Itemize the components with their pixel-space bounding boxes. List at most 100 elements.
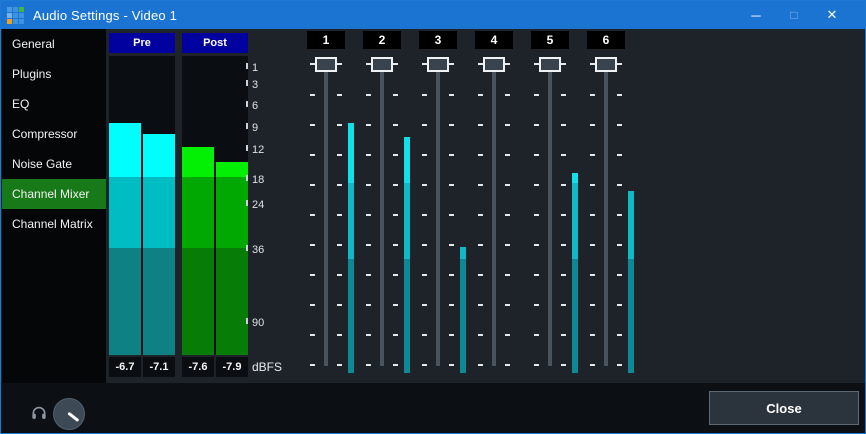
channel-2-tick-r7 [393,274,398,276]
channel-2-tick-r6 [393,244,398,246]
channel-2-tick-r1 [393,94,398,96]
channel-5-tick-r3 [561,154,566,156]
channel-4-tick-l8 [478,304,483,306]
channel-5-tick-r2 [561,124,566,126]
channel-6-tick-l3 [590,154,595,156]
channel-1-tick-r7 [337,274,342,276]
channel-2-header: 2 [363,31,401,49]
scale-tick-6 [246,101,248,107]
post-meter-1-seg1 [216,177,248,248]
channel-4-tick-r7 [505,274,510,276]
channel-3-slider-thumb[interactable] [427,57,449,72]
channel-6-tick-l2 [590,124,595,126]
channel-1-meter-seg0 [348,123,354,183]
pre-meter-1-seg2 [143,248,175,355]
channel-4-tick-r9 [505,334,510,336]
channel-6-slider-thumb[interactable] [595,57,617,72]
channel-3-tick-r6 [449,244,454,246]
channel-2-slider-track[interactable] [380,64,384,366]
channel-5-header: 5 [531,31,569,49]
scale-label-12: 12 [252,144,264,156]
pre-meter-0-seg0 [109,123,141,177]
channel-4-tick-l7 [478,274,483,276]
channel-6-tick-l5 [590,214,595,216]
channel-1-tick-r6 [337,244,342,246]
scale-label-9: 9 [252,122,258,134]
pre-meter-0-seg2 [109,248,141,355]
channel-1-tick-l9 [310,334,315,336]
headphone-volume-knob[interactable] [53,398,85,430]
channel-1-tick-l7 [310,274,315,276]
scale-tick-12 [246,145,248,151]
channel-4-slider-track[interactable] [492,64,496,366]
channel-2-tick-r9 [393,334,398,336]
channel-6-header: 6 [587,31,625,49]
channel-4-tick-l2 [478,124,483,126]
channel-6-tick-r1 [617,94,622,96]
scale-tick-1 [246,63,248,69]
channel-2-tick-l1 [366,94,371,96]
channel-5-slider-thumb[interactable] [539,57,561,72]
scale-tick-24 [246,200,248,206]
channel-1-slider-thumb[interactable] [315,57,337,72]
scale-label-18: 18 [252,174,264,186]
scale-label-1: 1 [252,62,258,74]
channel-1-tick-r4 [337,184,342,186]
pre-meter-0-seg1 [109,177,141,248]
channel-3-header: 3 [419,31,457,49]
channel-3-meter-seg1 [460,247,466,259]
channel-5-tick-l1 [534,94,539,96]
channel-1-tick-l6 [310,244,315,246]
channel-5-tick-r5 [561,214,566,216]
channel-4-tick-l9 [478,334,483,336]
channel-3-tick-r4 [449,184,454,186]
channel-3-tick-l4 [422,184,427,186]
channel-5-tick-l2 [534,124,539,126]
channel-2-meter-seg2 [404,259,410,373]
channel-1-slider-track[interactable] [324,64,328,366]
footer-bar: Close [1,383,866,434]
channel-5-tick-l10 [534,364,539,366]
channel-2-tick-l9 [366,334,371,336]
channel-5-tick-r10 [561,364,566,366]
channel-2-meter-seg1 [404,183,410,259]
channel-6-tick-r2 [617,124,622,126]
channel-5-tick-l5 [534,214,539,216]
channel-2-tick-l8 [366,304,371,306]
channel-3-tick-l1 [422,94,427,96]
channel-6-slider-track[interactable] [604,64,608,366]
channel-2-tick-r5 [393,214,398,216]
channel-2-slider-thumb[interactable] [371,57,393,72]
channel-2-tick-r0 [393,63,398,65]
channel-5-tick-l7 [534,274,539,276]
pre-readout-0: -6.7 [109,357,141,377]
scale-label-36: 36 [252,244,264,256]
channel-4-slider-thumb[interactable] [483,57,505,72]
channel-3-tick-r0 [449,63,454,65]
channel-1-tick-l10 [310,364,315,366]
scale-label-3: 3 [252,79,258,91]
channel-1-meter-seg2 [348,259,354,373]
channel-6-tick-r7 [617,274,622,276]
channel-5-tick-l6 [534,244,539,246]
channel-1-tick-r10 [337,364,342,366]
pre-button[interactable]: Pre [109,33,175,53]
channel-6-tick-r3 [617,154,622,156]
channel-3-tick-l8 [422,304,427,306]
meters-and-channels: Pre-6.7-7.1Post-7.6-7.9dBFS1369121824369… [1,1,866,434]
channel-3-tick-r3 [449,154,454,156]
close-button[interactable]: Close [709,391,859,425]
channel-2-tick-l10 [366,364,371,366]
post-button[interactable]: Post [182,33,248,53]
post-meter-1-seg2 [216,248,248,355]
channel-3-tick-l5 [422,214,427,216]
channel-5-tick-r6 [561,244,566,246]
channel-5-slider-track[interactable] [548,64,552,366]
channel-6-tick-l9 [590,334,595,336]
post-meter-0-seg0 [182,147,214,177]
channel-2-tick-l5 [366,214,371,216]
channel-4-tick-r2 [505,124,510,126]
channel-3-tick-r9 [449,334,454,336]
channel-5-tick-l8 [534,304,539,306]
channel-3-slider-track[interactable] [436,64,440,366]
